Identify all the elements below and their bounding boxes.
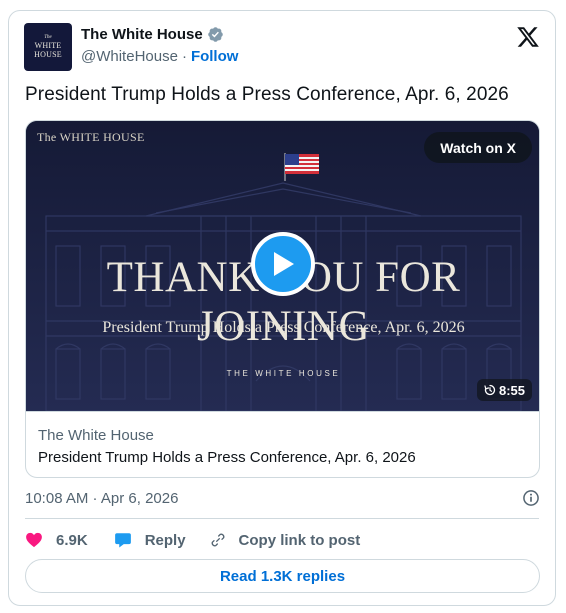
name-row: The White House: [81, 26, 224, 43]
heart-icon: [26, 532, 42, 548]
divider: [25, 518, 539, 519]
duration-badge: 8:55: [476, 379, 532, 401]
link-preview[interactable]: The White House President Trump Holds a …: [26, 411, 539, 477]
tweet-timestamp[interactable]: 10:08 AM · Apr 6, 2026: [25, 490, 178, 507]
play-button[interactable]: [251, 232, 315, 296]
reply-label: Reply: [144, 531, 186, 549]
info-icon[interactable]: [521, 488, 541, 508]
handle[interactable]: @WhiteHouse: [81, 48, 178, 65]
separator-dot: ·: [181, 48, 187, 65]
link-icon: [211, 533, 224, 547]
duration-text: 8:55: [498, 382, 525, 398]
copy-link-button[interactable]: Copy link to post: [210, 531, 361, 549]
copy-link-label: Copy link to post: [238, 531, 361, 549]
replay-clock-icon: [484, 384, 496, 396]
media-card[interactable]: The WHITE HOUSE Watch on X THANK YOU FOR…: [25, 120, 540, 478]
x-logo-icon[interactable]: [516, 25, 540, 49]
reply-bubble-icon: [114, 533, 131, 548]
display-name[interactable]: The White House: [81, 26, 203, 43]
link-title: President Trump Holds a Press Conference…: [38, 449, 416, 466]
tweet-card: The WHITE HOUSE The White House @WhiteHo…: [8, 10, 556, 606]
video-brand-caps: THE WHITE HOUSE: [226, 369, 341, 378]
tweet-text: President Trump Holds a Press Conference…: [25, 84, 509, 105]
play-icon: [274, 252, 294, 276]
like-button[interactable]: 6.9K: [25, 531, 88, 549]
video-player[interactable]: The WHITE HOUSE Watch on X THANK YOU FOR…: [26, 121, 539, 411]
read-replies-button[interactable]: Read 1.3K replies: [25, 559, 540, 593]
action-bar: 6.9K Reply Copy link to post: [25, 530, 360, 550]
tweet-header: The WHITE HOUSE The White House @WhiteHo…: [24, 23, 540, 73]
brand-small: The WHITE HOUSE: [37, 130, 145, 144]
link-domain: The White House: [38, 427, 154, 444]
avatar-text-white: WHITE: [34, 41, 62, 50]
follow-button[interactable]: Follow: [191, 48, 239, 65]
handle-row: @WhiteHouse · Follow: [81, 48, 238, 65]
watch-on-x-button[interactable]: Watch on X: [424, 132, 532, 163]
like-count: 6.9K: [56, 531, 88, 549]
reply-button[interactable]: Reply: [114, 531, 186, 549]
verified-badge-icon: [207, 27, 223, 42]
avatar-text-house: HOUSE: [34, 50, 62, 59]
video-subtitle: President Trump Holds a Press Conference…: [102, 319, 465, 336]
avatar[interactable]: The WHITE HOUSE: [24, 23, 72, 71]
